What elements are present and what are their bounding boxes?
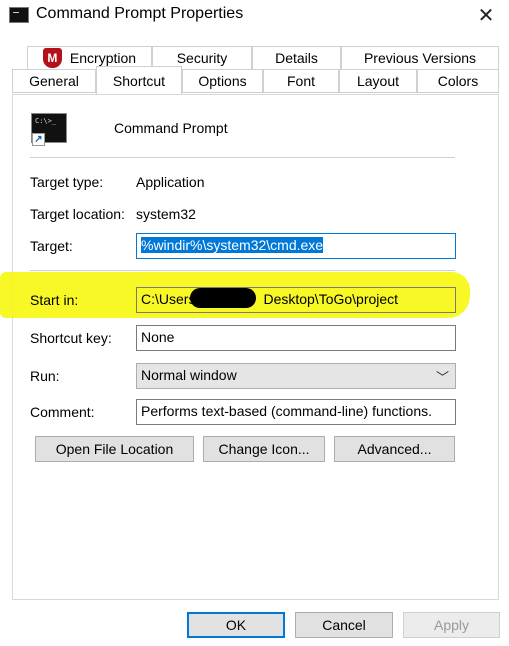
advanced-button[interactable]: Advanced... [334,436,455,462]
separator [30,157,455,158]
title-bar: Command Prompt Properties ✕ [0,0,509,32]
start-in-field[interactable]: C:\Users Desktop\ToGo\project [136,287,456,313]
tab-label: Options [198,73,247,89]
redaction-mark [190,288,256,308]
run-select-value: Normal window [141,367,237,383]
tab-colors[interactable]: Colors [417,69,499,93]
target-field-text: %windir%\system32\cmd.exe [141,237,324,253]
tab-label: Details [275,50,318,66]
tab-general[interactable]: General [12,69,96,93]
tab-label: Layout [356,73,400,89]
cancel-button[interactable]: Cancel [295,612,393,638]
run-select[interactable]: Normal window ﹀ [136,363,456,389]
command-prompt-icon [9,7,29,23]
tab-label: Colors [437,73,479,89]
target-field[interactable]: %windir%\system32\cmd.exe [136,233,456,259]
tab-label: General [29,73,79,89]
tab-shortcut[interactable]: Shortcut [96,66,182,94]
separator [30,270,455,271]
target-type-label: Target type: [30,174,104,190]
shortcut-arrow-icon: ↗ [32,133,45,146]
change-icon-button[interactable]: Change Icon... [203,436,325,462]
tab-layout[interactable]: Layout [339,69,417,93]
tab-label: Font [286,73,315,89]
open-file-location-button[interactable]: Open File Location [35,436,194,462]
chevron-down-icon: ﹀ [435,370,449,385]
apply-button[interactable]: Apply [403,612,500,638]
window-title: Command Prompt Properties [36,5,244,22]
target-type-value: Application [136,174,205,190]
tab-details[interactable]: Details [252,46,341,70]
tab-label: Security [176,50,228,66]
start-in-suffix: Desktop\ToGo\project [263,291,399,307]
start-in-prefix: C:\Users [141,291,196,307]
target-location-label: Target location: [30,206,125,222]
target-location-value: system32 [136,206,196,222]
close-button[interactable]: ✕ [463,0,509,30]
start-in-label: Start in: [30,292,79,308]
tab-label: Shortcut [112,72,166,89]
comment-field[interactable]: Performs text-based (command-line) funct… [136,399,456,425]
shortcut-key-field[interactable]: None [136,325,456,351]
ok-button[interactable]: OK [187,612,285,638]
shortcut-key-label: Shortcut key: [30,330,112,346]
tab-font[interactable]: Font [263,69,339,93]
tab-previous-versions[interactable]: Previous Versions [341,46,499,70]
target-label: Target: [30,238,73,254]
tab-options[interactable]: Options [182,69,263,93]
tab-label: Previous Versions [363,50,477,66]
shield-icon: M [42,48,62,68]
comment-label: Comment: [30,404,95,420]
app-name: Command Prompt [114,120,228,136]
run-label: Run: [30,368,60,384]
tab-label: Encryption [69,50,137,66]
tab-strip: M Encryption Security Details Previous V… [12,44,499,96]
